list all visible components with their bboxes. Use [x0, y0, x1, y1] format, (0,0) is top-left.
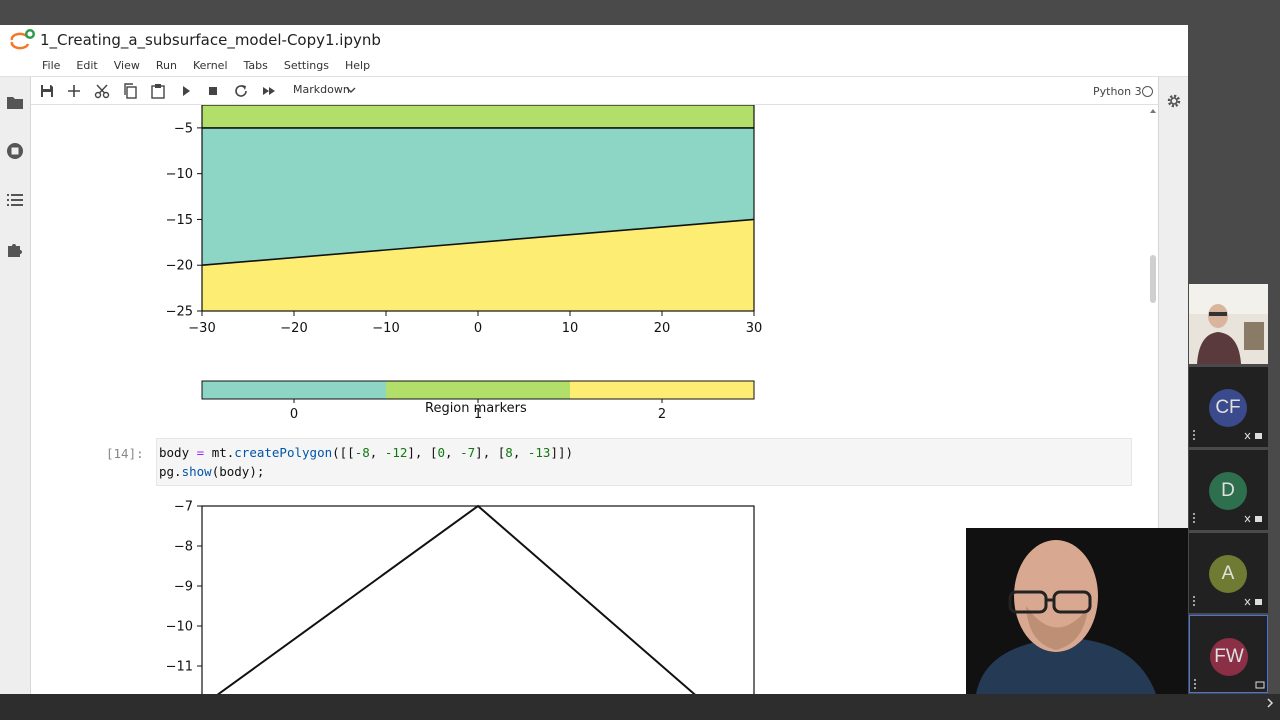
- scroll-up-arrow-icon[interactable]: [1149, 107, 1157, 115]
- notebook-toolbar: Markdown Python 3: [31, 77, 1158, 105]
- menu-file[interactable]: File: [40, 57, 62, 75]
- menu-tabs[interactable]: Tabs: [242, 57, 270, 75]
- fast-forward-icon[interactable]: [259, 81, 279, 101]
- colorbar-tick-label: 2: [658, 407, 666, 422]
- colorbar-segment: [202, 381, 386, 399]
- x-tick-label: 0: [474, 321, 482, 336]
- y-tick-label: −7: [174, 500, 193, 515]
- jupyter-logo-icon: [10, 29, 35, 50]
- more-options-icon[interactable]: [1192, 429, 1196, 441]
- notebook-title: 1_Creating_a_subsurface_model-Copy1.ipyn…: [40, 31, 381, 49]
- kernel-name[interactable]: Python 3: [1093, 85, 1142, 98]
- y-tick-label: −11: [166, 660, 193, 675]
- more-options-icon[interactable]: [1193, 678, 1197, 690]
- add-cell-icon[interactable]: [64, 81, 84, 101]
- title-bar: 1_Creating_a_subsurface_model-Copy1.ipyn…: [0, 25, 1188, 55]
- restart-icon[interactable]: [231, 81, 251, 101]
- paste-icon[interactable]: [148, 81, 168, 101]
- left-sidebar: [0, 77, 31, 694]
- menu-help[interactable]: Help: [343, 57, 372, 75]
- muted-icons: [1244, 598, 1262, 606]
- y-tick-label: −15: [166, 213, 193, 228]
- chevron-right-icon[interactable]: [1263, 696, 1277, 710]
- menu-kernel[interactable]: Kernel: [191, 57, 230, 75]
- y-tick-label: −25: [166, 305, 193, 320]
- stop-icon[interactable]: [203, 81, 223, 101]
- x-tick-label: −30: [188, 321, 215, 336]
- menu-run[interactable]: Run: [154, 57, 179, 75]
- menu-bar: File Edit View Run Kernel Tabs Settings …: [28, 57, 372, 75]
- avatar: D: [1209, 472, 1247, 510]
- participant-tile-cf[interactable]: CF: [1189, 367, 1268, 447]
- participant-tile-a[interactable]: A: [1189, 533, 1268, 613]
- speaker-video: [966, 528, 1188, 694]
- screen: 1_Creating_a_subsurface_model-Copy1.ipyn…: [0, 0, 1280, 720]
- colorbar-segment: [386, 381, 570, 399]
- meeting-bottom-bar: [0, 694, 1280, 720]
- extension-puzzle-icon[interactable]: [4, 238, 26, 260]
- x-tick-label: 30: [746, 321, 763, 336]
- cell-type-select[interactable]: Markdown: [293, 83, 350, 96]
- colorbar-segment: [570, 381, 754, 399]
- cut-icon[interactable]: [92, 81, 112, 101]
- participant-tile-fw[interactable]: FW: [1189, 615, 1268, 693]
- code-line-2: pg.show(body);: [159, 464, 265, 479]
- y-tick-label: −10: [166, 167, 193, 182]
- more-options-icon[interactable]: [1192, 595, 1196, 607]
- y-tick-label: −10: [166, 620, 193, 635]
- copy-icon[interactable]: [120, 81, 140, 101]
- menu-edit[interactable]: Edit: [74, 57, 99, 75]
- region-1: [202, 105, 754, 128]
- colorbar-tick-label: 0: [290, 407, 298, 422]
- x-tick-label: 20: [654, 321, 671, 336]
- avatar: A: [1209, 555, 1247, 593]
- avatar: FW: [1210, 638, 1248, 676]
- avatar: CF: [1209, 389, 1247, 427]
- menu-settings[interactable]: Settings: [282, 57, 331, 75]
- code-cell-editor[interactable]: body = mt.createPolygon([[-8, -12], [0, …: [156, 438, 1132, 486]
- plot-frame: [201, 505, 755, 694]
- muted-icons: [1244, 515, 1262, 523]
- y-tick-label: −9: [174, 580, 193, 595]
- x-tick-label: −20: [280, 321, 307, 336]
- screen-share-icon: [1255, 681, 1265, 689]
- save-icon[interactable]: [37, 81, 57, 101]
- run-icon[interactable]: [176, 81, 196, 101]
- participant-video-tile[interactable]: [1189, 284, 1268, 364]
- subsurface-model-plot: −5−10−15−20−25 −30 −20 −10 0 10 20 30 012: [166, 105, 763, 422]
- code-line-1: body = mt.createPolygon([[-8, -12], [0, …: [159, 445, 574, 460]
- running-kernels-icon[interactable]: [4, 140, 26, 162]
- kernel-status-indicator: [1142, 86, 1153, 97]
- x-tick-label: 10: [562, 321, 579, 336]
- x-tick-label: −10: [372, 321, 399, 336]
- y-tick-label: −5: [174, 121, 193, 136]
- participant-video: [1189, 284, 1268, 364]
- speaker-video-image: [966, 528, 1188, 694]
- scrollbar-thumb[interactable]: [1150, 255, 1156, 303]
- y-tick-label: −20: [166, 259, 193, 274]
- folder-icon[interactable]: [4, 91, 26, 113]
- menu-view[interactable]: View: [112, 57, 142, 75]
- chevron-down-icon: [346, 87, 356, 93]
- colorbar-label: Region markers: [425, 401, 527, 416]
- polygon-plot: −7−8−9−10−11−12: [166, 500, 755, 694]
- table-of-contents-icon[interactable]: [4, 189, 26, 211]
- gear-icon[interactable]: [1164, 91, 1184, 111]
- muted-icons: [1244, 432, 1262, 440]
- participant-tile-d[interactable]: D: [1189, 450, 1268, 530]
- more-options-icon[interactable]: [1192, 512, 1196, 524]
- y-tick-label: −8: [174, 540, 193, 555]
- cell-prompt: [14]:: [106, 446, 144, 461]
